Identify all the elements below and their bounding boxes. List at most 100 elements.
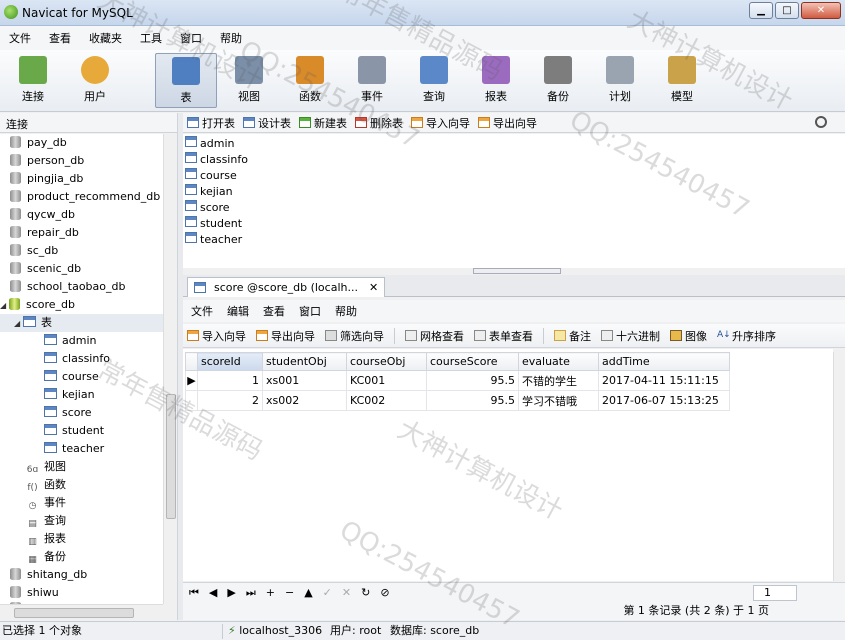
column-header[interactable]: addTime: [598, 352, 730, 371]
grid-cell[interactable]: 95.5: [426, 390, 519, 411]
menu-favorites[interactable]: 收藏夹: [80, 30, 131, 46]
tree-table-item[interactable]: teacher: [44, 440, 104, 458]
sort-ascending-button[interactable]: A↓ 升序排序: [717, 328, 776, 344]
collapse-arrow-icon[interactable]: ◢: [14, 315, 23, 333]
tree-db-item[interactable]: pay_db: [10, 134, 67, 152]
grid-cell[interactable]: 95.5: [426, 370, 519, 391]
table-menu-edit[interactable]: 编辑: [223, 303, 259, 319]
menu-window[interactable]: 窗口: [171, 30, 211, 46]
tree-tables-node[interactable]: ◢ 表: [0, 314, 163, 332]
tree-table-item[interactable]: classinfo: [44, 350, 110, 368]
tree-db-item[interactable]: scenic_db: [10, 260, 81, 278]
tab-close-icon[interactable]: ✕: [369, 281, 378, 294]
toolbar-user-button[interactable]: 用户: [64, 53, 126, 108]
tree-backups-node[interactable]: ▦ 备份: [26, 548, 66, 566]
toolbar-schedule-button[interactable]: 计划: [589, 53, 651, 108]
tree-db-item[interactable]: school_taobao_db: [10, 278, 125, 296]
toolbar-query-button[interactable]: 查询: [403, 53, 465, 108]
grid-cell[interactable]: 不错的学生: [518, 370, 599, 391]
column-header[interactable]: evaluate: [518, 352, 599, 371]
tree-views-node[interactable]: 6ɑ 视图: [26, 458, 66, 476]
column-header[interactable]: courseObj: [346, 352, 427, 371]
grid-cell[interactable]: KC002: [346, 390, 427, 411]
table-menu-window[interactable]: 窗口: [295, 303, 331, 319]
pane-resize-grip[interactable]: [473, 268, 561, 274]
tab-score-table[interactable]: score @score_db (localh... ✕: [187, 277, 386, 297]
menu-tools[interactable]: 工具: [131, 30, 171, 46]
tree-db-item[interactable]: repair_db: [10, 224, 79, 242]
grid-cell[interactable]: 学习不错哦: [518, 390, 599, 411]
tree-reports-node[interactable]: ▥ 报表: [26, 530, 66, 548]
tree-table-item[interactable]: course: [44, 368, 99, 386]
stop-button[interactable]: ⊘: [380, 586, 389, 599]
apply-changes-button[interactable]: ✓: [323, 586, 332, 599]
toolbar-connection-button[interactable]: 连接: [2, 53, 64, 108]
minimize-button[interactable]: ▁: [749, 2, 773, 19]
memo-button[interactable]: 备注: [554, 328, 591, 344]
grid-cell[interactable]: KC001: [346, 370, 427, 391]
toolbar-view-button[interactable]: 视图: [218, 53, 280, 108]
tree-table-item[interactable]: admin: [44, 332, 96, 350]
object-table-item[interactable]: admin: [185, 136, 234, 152]
grid-cell[interactable]: 2: [197, 390, 263, 411]
new-table-button[interactable]: 新建表: [299, 115, 347, 131]
discard-changes-button[interactable]: ✕: [342, 586, 351, 599]
grid-cell[interactable]: xs001: [262, 370, 347, 391]
import-wizard-button[interactable]: 导入向导: [187, 328, 246, 344]
table-row[interactable]: ▶ 1 xs001 KC001 95.5 不错的学生 2017-04-11 15…: [185, 370, 730, 391]
delete-table-button[interactable]: 删除表: [355, 115, 403, 131]
tree-db-item[interactable]: pingjia_db: [10, 170, 83, 188]
object-table-item[interactable]: classinfo: [185, 152, 248, 168]
tree-horizontal-scrollbar[interactable]: [0, 604, 163, 620]
next-record-button[interactable]: ▶: [227, 586, 235, 599]
object-table-item[interactable]: course: [185, 168, 237, 184]
tree-functions-node[interactable]: f() 函数: [26, 476, 66, 494]
table-menu-view[interactable]: 查看: [259, 303, 295, 319]
hex-button[interactable]: 十六进制: [601, 328, 660, 344]
grid-view-button[interactable]: 网格查看: [405, 328, 464, 344]
form-view-button[interactable]: 表单查看: [474, 328, 533, 344]
scrollbar-thumb[interactable]: [166, 394, 176, 519]
page-number-input[interactable]: 1: [753, 585, 797, 601]
object-table-item[interactable]: score: [185, 200, 230, 216]
column-header[interactable]: scoreId: [197, 352, 263, 371]
object-table-item[interactable]: student: [185, 216, 242, 232]
column-header[interactable]: studentObj: [262, 352, 347, 371]
scrollbar-thumb[interactable]: [14, 608, 134, 618]
maximize-button[interactable]: □: [775, 2, 799, 19]
tree-db-item[interactable]: product_recommend_db: [10, 188, 160, 206]
table-row[interactable]: 2 xs002 KC002 95.5 学习不错哦 2017-06-07 15:1…: [185, 390, 730, 411]
grid-cell[interactable]: 2017-04-11 15:11:15: [598, 370, 730, 391]
last-record-button[interactable]: ⏭: [246, 586, 256, 600]
tree-db-item[interactable]: sc_db: [10, 242, 58, 260]
toolbar-report-button[interactable]: 报表: [465, 53, 527, 108]
menu-view[interactable]: 查看: [40, 30, 80, 46]
tree-table-item[interactable]: score: [44, 404, 92, 422]
collapse-arrow-icon[interactable]: ◢: [0, 297, 9, 315]
image-button[interactable]: 图像: [670, 328, 707, 344]
toolbar-backup-button[interactable]: 备份: [527, 53, 589, 108]
previous-record-button[interactable]: ◀: [209, 586, 217, 599]
design-table-button[interactable]: 设计表: [243, 115, 291, 131]
delete-record-button[interactable]: −: [285, 586, 294, 599]
search-icon[interactable]: [815, 116, 827, 128]
grid-cell[interactable]: 2017-06-07 15:13:25: [598, 390, 730, 411]
table-menu-file[interactable]: 文件: [187, 303, 223, 319]
tree-db-item[interactable]: person_db: [10, 152, 84, 170]
tree-table-item[interactable]: kejian: [44, 386, 95, 404]
open-table-button[interactable]: 打开表: [187, 115, 235, 131]
first-record-button[interactable]: ⏮: [189, 586, 199, 600]
add-record-button[interactable]: +: [266, 586, 275, 599]
refresh-button[interactable]: ↻: [361, 586, 370, 599]
filter-wizard-button[interactable]: 筛选向导: [325, 328, 384, 344]
tree-db-item[interactable]: shitang_db: [10, 566, 87, 584]
export-wizard-button[interactable]: 导出向导: [256, 328, 315, 344]
tree-events-node[interactable]: ◷ 事件: [26, 494, 66, 512]
grid-cell[interactable]: 1: [197, 370, 263, 391]
tree-vertical-scrollbar[interactable]: [163, 134, 177, 604]
tree-active-db[interactable]: ◢ score_db: [0, 296, 75, 314]
grid-vertical-scrollbar[interactable]: [833, 352, 845, 581]
menu-file[interactable]: 文件: [0, 30, 40, 46]
grid-cell[interactable]: xs002: [262, 390, 347, 411]
table-menu-help[interactable]: 帮助: [331, 303, 367, 319]
